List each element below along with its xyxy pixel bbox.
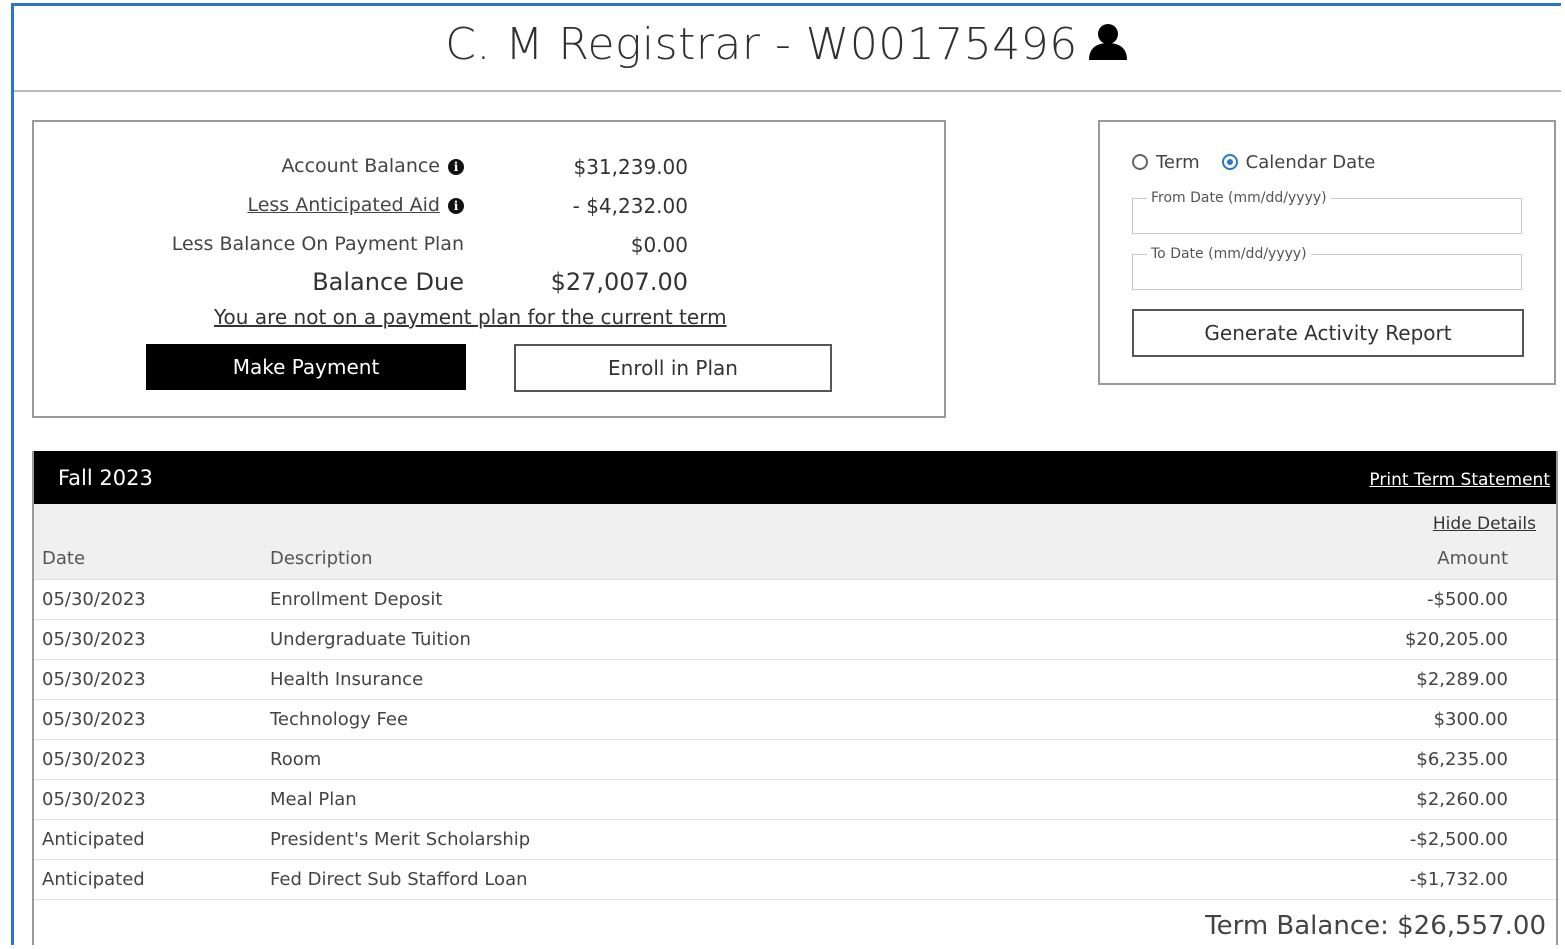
account-balance-label-text: Account Balance — [281, 155, 440, 177]
hide-details-link[interactable]: Hide Details — [1433, 514, 1536, 534]
info-icon[interactable]: i — [448, 159, 464, 175]
table-row: Anticipated Fed Direct Sub Stafford Loan -… — [34, 860, 1556, 900]
page-header: C. M Registrar - W00175496 — [14, 6, 1561, 92]
row-date: 05/30/2023 — [42, 789, 146, 810]
app-frame: C. M Registrar - W00175496 Account Balan… — [11, 3, 1561, 945]
page-title: C. M Registrar - W00175496 — [445, 19, 1078, 70]
table-header: Hide Details Date Description Amount — [34, 504, 1556, 580]
row-amount: -$2,500.00 — [1409, 829, 1508, 850]
row-amount: -$1,732.00 — [1409, 869, 1508, 890]
balance-due-value: $27,007.00 — [550, 268, 688, 296]
balance-due-label: Balance Due — [312, 268, 464, 296]
row-description: Fed Direct Sub Stafford Loan — [270, 869, 528, 890]
row-description: Room — [270, 749, 322, 770]
row-description: Enrollment Deposit — [270, 589, 443, 610]
table-row: 05/30/2023 Room $6,235.00 — [34, 740, 1556, 780]
from-date-field: From Date (mm/dd/yyyy) — [1132, 190, 1522, 234]
row-date: 05/30/2023 — [42, 709, 146, 730]
row-description: Technology Fee — [270, 709, 409, 730]
info-icon[interactable]: i — [448, 198, 464, 214]
row-description: Undergraduate Tuition — [270, 629, 471, 650]
row-date: 05/30/2023 — [42, 589, 146, 610]
column-header-amount: Amount — [1437, 548, 1508, 569]
date-mode-radio-group: Term Calendar Date — [1132, 152, 1375, 173]
calendar-date-radio[interactable] — [1221, 154, 1238, 170]
user-icon[interactable] — [1086, 22, 1130, 66]
term-statement-panel: Fall 2023 Print Term Statement Hide Deta… — [32, 451, 1558, 945]
row-date: 05/30/2023 — [42, 629, 146, 650]
row-description: Meal Plan — [270, 789, 357, 810]
calendar-date-radio-label[interactable]: Calendar Date — [1246, 152, 1376, 173]
term-balance: Term Balance: $26,557.00 — [1205, 911, 1546, 941]
enroll-in-plan-button[interactable]: Enroll in Plan — [514, 344, 832, 392]
account-balance-panel: Account Balance i $31,239.00 Less Anticip… — [32, 120, 946, 418]
payment-plan-balance-value: $0.00 — [630, 233, 688, 257]
row-amount: $2,260.00 — [1416, 789, 1508, 810]
row-date: 05/30/2023 — [42, 749, 146, 770]
row-description: Health Insurance — [270, 669, 424, 690]
table-row: 05/30/2023 Enrollment Deposit -$500.00 — [34, 580, 1556, 620]
payment-plan-notice-link[interactable]: You are not on a payment plan for the cu… — [214, 305, 727, 329]
print-term-statement-link[interactable]: Print Term Statement — [1369, 470, 1550, 490]
make-payment-button[interactable]: Make Payment — [146, 344, 466, 390]
row-amount: $20,205.00 — [1404, 629, 1508, 650]
anticipated-aid-label: Less Anticipated Aid i — [247, 194, 464, 216]
row-amount: -$500.00 — [1427, 589, 1508, 610]
row-description: President's Merit Scholarship — [270, 829, 531, 850]
row-date: 05/30/2023 — [42, 669, 146, 690]
to-date-label: To Date (mm/dd/yyyy) — [1147, 246, 1311, 262]
term-header: Fall 2023 Print Term Statement — [34, 451, 1556, 504]
activity-report-panel: Term Calendar Date From Date (mm/dd/yyyy)… — [1098, 120, 1556, 385]
row-date: Anticipated — [42, 829, 145, 850]
to-date-field: To Date (mm/dd/yyyy) — [1132, 246, 1522, 290]
table-row: 05/30/2023 Technology Fee $300.00 — [34, 700, 1556, 740]
anticipated-aid-value: - $4,232.00 — [572, 194, 688, 218]
account-balance-value: $31,239.00 — [573, 155, 688, 179]
generate-activity-report-button[interactable]: Generate Activity Report — [1132, 309, 1524, 357]
account-balance-label: Account Balance i — [281, 155, 464, 177]
table-row: 05/30/2023 Health Insurance $2,289.00 — [34, 660, 1556, 700]
term-radio[interactable] — [1132, 154, 1148, 170]
column-header-date: Date — [42, 548, 86, 569]
to-date-input[interactable] — [1141, 263, 1515, 287]
row-amount: $300.00 — [1433, 709, 1508, 730]
from-date-label: From Date (mm/dd/yyyy) — [1147, 190, 1331, 206]
table-row: 05/30/2023 Meal Plan $2,260.00 — [34, 780, 1556, 820]
table-row: Anticipated President's Merit Scholarship… — [34, 820, 1556, 860]
term-radio-label[interactable]: Term — [1156, 152, 1200, 173]
from-date-input[interactable] — [1141, 207, 1515, 231]
anticipated-aid-link[interactable]: Less Anticipated Aid — [247, 194, 440, 216]
row-date: Anticipated — [42, 869, 145, 890]
row-amount: $2,289.00 — [1416, 669, 1508, 690]
column-header-description: Description — [270, 548, 373, 569]
payment-plan-balance-label: Less Balance On Payment Plan — [171, 233, 464, 255]
term-name: Fall 2023 — [58, 466, 153, 490]
table-row: 05/30/2023 Undergraduate Tuition $20,205.0… — [34, 620, 1556, 660]
row-amount: $6,235.00 — [1416, 749, 1508, 770]
transaction-table-body: 05/30/2023 Enrollment Deposit -$500.00 05/… — [34, 580, 1556, 900]
